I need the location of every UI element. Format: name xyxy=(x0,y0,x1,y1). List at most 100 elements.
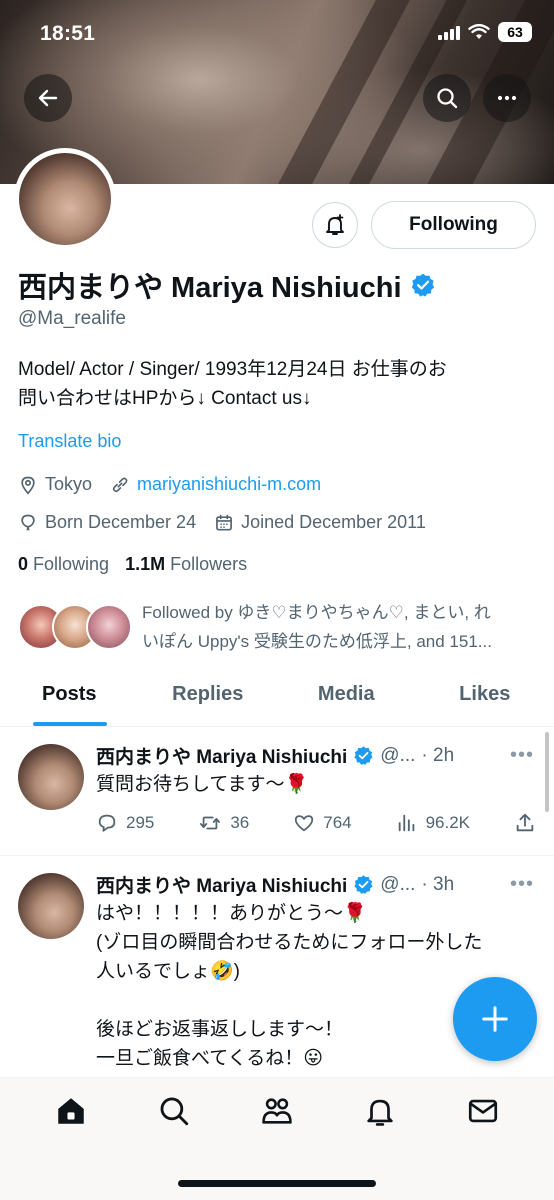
link-icon xyxy=(112,477,128,492)
tweet-time: · 2h xyxy=(421,744,455,766)
notifications-toggle-button[interactable] xyxy=(312,202,358,248)
share-button[interactable] xyxy=(514,812,536,834)
tab-replies[interactable]: Replies xyxy=(139,670,278,726)
following-count-link[interactable]: 0 Following xyxy=(18,554,109,575)
status-icons: 63 xyxy=(438,22,532,42)
follow-counts: 0 Following 1.1M Followers xyxy=(18,554,247,575)
profile-name: 西内まりや Mariya Nishiuchi xyxy=(18,264,436,306)
profile-meta-row: Tokyo mariyanishiuchi-m.com xyxy=(18,474,339,495)
followed-by-avatars xyxy=(18,604,132,652)
followed-by-line: いぽん Uppy's 受験生のため低浮上, and 151... xyxy=(142,632,492,651)
messages-icon xyxy=(468,1099,497,1123)
verified-icon xyxy=(411,273,434,297)
reply-button[interactable]: 295 xyxy=(96,812,154,834)
reply-icon xyxy=(98,814,116,832)
followers-count: 1.1M xyxy=(125,554,166,574)
reply-count: 295 xyxy=(126,813,155,832)
status-time: 18:51 xyxy=(40,22,96,45)
search-button[interactable] xyxy=(423,74,471,122)
avatar[interactable] xyxy=(18,873,84,939)
location-text: Tokyo xyxy=(45,474,93,494)
birthday: Born December 24 xyxy=(18,512,196,533)
following-count: 0 xyxy=(18,554,29,574)
retweet-button[interactable]: 36 xyxy=(198,812,249,834)
verified-icon xyxy=(354,746,373,765)
more-icon xyxy=(497,95,517,101)
nav-messages[interactable] xyxy=(466,1094,500,1133)
wifi-icon xyxy=(468,24,490,39)
views-icon xyxy=(398,814,414,832)
plus-icon xyxy=(482,1006,508,1032)
nav-notifications[interactable] xyxy=(363,1094,397,1133)
join-date-text: Joined December 2011 xyxy=(241,512,426,532)
compose-button[interactable] xyxy=(453,977,537,1061)
profile-handle: @Ma_realife xyxy=(18,308,126,329)
like-button[interactable]: 764 xyxy=(293,812,352,834)
tweet-time: · 3h xyxy=(421,873,455,895)
website-link[interactable]: mariyanishiuchi-m.com xyxy=(137,474,321,495)
tweet-handle: @... xyxy=(380,873,416,895)
followed-by[interactable]: Followed by ゆき♡まりやちゃん♡, まとい, れ いぽん Uppy'… xyxy=(18,598,538,658)
followers-count-link[interactable]: 1.1M Followers xyxy=(125,554,247,575)
birthday-text: Born December 24 xyxy=(45,512,197,532)
followers-label: Followers xyxy=(170,554,248,574)
tweet-header: 西内まりや Mariya Nishiuchi @... · 3h xyxy=(96,871,454,898)
tweet-more-button[interactable]: ••• xyxy=(510,873,534,896)
avatar xyxy=(86,604,132,650)
nav-communities[interactable] xyxy=(259,1094,295,1133)
retweet-icon xyxy=(200,816,221,830)
following-button[interactable]: Following xyxy=(371,201,536,249)
home-indicator[interactable] xyxy=(178,1180,376,1187)
more-button[interactable] xyxy=(483,74,531,122)
retweet-count: 36 xyxy=(230,813,250,832)
tweet-text: 質問お待ちしてます〜🌹 xyxy=(96,774,309,795)
like-count: 764 xyxy=(323,813,352,832)
views-button[interactable]: 96.2K xyxy=(396,812,470,834)
tab-likes[interactable]: Likes xyxy=(416,670,554,726)
search-icon xyxy=(437,88,458,109)
tweet-actions: 295 36 764 96.2K xyxy=(96,812,536,834)
profile-tabs: Posts Replies Media Likes xyxy=(0,670,554,727)
tweet[interactable]: 西内まりや Mariya Nishiuchi @... · 2h ••• 質問お… xyxy=(0,728,554,856)
home-icon xyxy=(58,1098,84,1124)
bell-plus-icon xyxy=(326,214,344,235)
nav-home[interactable] xyxy=(54,1094,88,1133)
profile-dates-row: Born December 24 Joined December 2011 xyxy=(18,512,444,533)
calendar-icon xyxy=(216,514,232,530)
bio-line: 問い合わせはHPから↓ Contact us↓ xyxy=(18,388,312,409)
tweet-header: 西内まりや Mariya Nishiuchi @... · 2h xyxy=(96,742,454,769)
followed-by-line: Followed by ゆき♡まりやちゃん♡, まとい, れ xyxy=(142,603,491,622)
website[interactable]: mariyanishiuchi-m.com xyxy=(110,474,321,495)
tab-media[interactable]: Media xyxy=(277,670,416,726)
location: Tokyo xyxy=(18,474,92,495)
avatar[interactable] xyxy=(18,744,84,810)
nav-search[interactable] xyxy=(157,1094,191,1133)
cellular-signal-icon xyxy=(438,24,460,40)
back-arrow-icon xyxy=(38,89,58,107)
back-button[interactable] xyxy=(24,74,72,122)
communities-icon xyxy=(262,1098,292,1124)
profile-avatar[interactable] xyxy=(14,148,116,250)
status-bar: 18:51 63 xyxy=(0,0,554,66)
join-date: Joined December 2011 xyxy=(214,512,426,533)
balloon-icon xyxy=(21,514,35,530)
profile-name-text: 西内まりや Mariya Nishiuchi xyxy=(18,272,402,304)
like-icon xyxy=(295,815,314,832)
translate-bio-link[interactable]: Translate bio xyxy=(18,431,121,452)
tweet-more-button[interactable]: ••• xyxy=(510,744,534,767)
verified-icon xyxy=(354,875,373,894)
bio-line: Model/ Actor / Singer/ 1993年12月24日 お仕事のお xyxy=(18,359,447,380)
nav-icons xyxy=(0,1094,554,1133)
tweet-author-name[interactable]: 西内まりや Mariya Nishiuchi xyxy=(96,742,347,769)
tab-posts[interactable]: Posts xyxy=(0,670,139,726)
battery-indicator: 63 xyxy=(498,22,532,42)
search-icon xyxy=(160,1097,188,1126)
following-label: Following xyxy=(33,554,110,574)
location-icon xyxy=(21,476,35,495)
share-icon xyxy=(516,813,534,832)
views-count: 96.2K xyxy=(425,813,471,832)
tweet-handle: @... xyxy=(380,744,416,766)
notifications-icon xyxy=(367,1099,394,1126)
tweet-author-name[interactable]: 西内まりや Mariya Nishiuchi xyxy=(96,871,347,898)
profile-bio: Model/ Actor / Singer/ 1993年12月24日 お仕事のお… xyxy=(18,355,533,413)
